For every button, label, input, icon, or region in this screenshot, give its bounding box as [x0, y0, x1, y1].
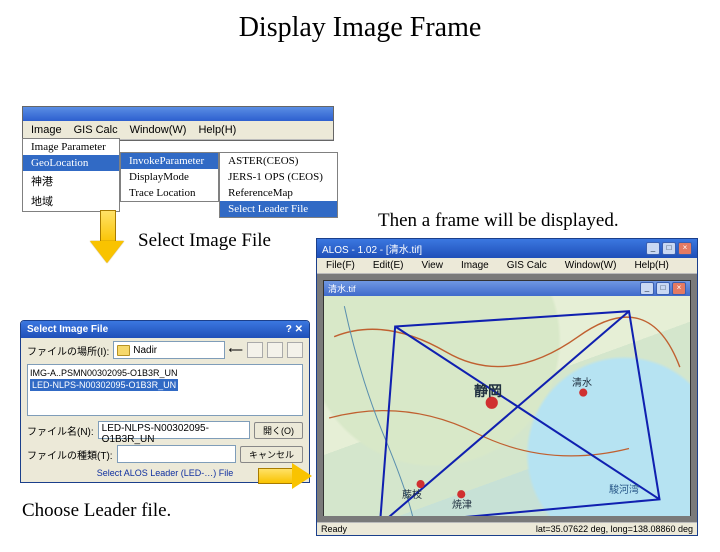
page-title: Display Image Frame — [0, 12, 720, 44]
menu-item[interactable]: GIS Calc — [502, 259, 552, 272]
status-right: lat=35.07622 deg, long=138.08860 deg — [536, 524, 693, 534]
map-canvas[interactable]: 静岡 清水 藤枝 焼津 駿河湾 — [324, 296, 690, 516]
menu-item[interactable]: Help(H) — [629, 259, 673, 272]
then-frame-label: Then a frame will be displayed. — [378, 210, 619, 232]
submenu-level2: InvokeParameter DisplayMode Trace Locati… — [120, 152, 219, 202]
nav-back-icon[interactable]: ⟵ — [229, 345, 243, 356]
look-in-dropdown[interactable]: Nadir — [113, 341, 224, 359]
menu-item[interactable]: View — [416, 259, 448, 272]
viewer-menubar: File(F) Edit(E) View Image GIS Calc Wind… — [317, 258, 697, 274]
submenu-level1: Image Parameter GeoLocation 神港 地域 — [22, 138, 120, 212]
choose-leader-label: Choose Leader file. — [22, 500, 171, 522]
filename-label: ファイル名(N): — [27, 423, 94, 438]
place-label-shizuoka: 静岡 — [474, 381, 502, 401]
doc-titlebar: 清水.tif _ □ × — [324, 281, 690, 296]
submenu-item[interactable]: 地域 — [23, 191, 119, 211]
status-bar: Ready lat=35.07622 deg, long=138.08860 d… — [317, 522, 697, 535]
place-label-yaizu: 焼津 — [452, 496, 472, 511]
menu-item[interactable]: Help(H) — [193, 123, 241, 137]
menu-item[interactable]: GIS Calc — [69, 123, 123, 137]
filetype-field[interactable] — [117, 445, 236, 463]
filename-field[interactable]: LED-NLPS-N00302095-O1B3R_UN — [98, 421, 250, 439]
viewer-title: ALOS - 1.02 - [清水.tif] — [322, 241, 422, 256]
place-label-suruga-bay: 駿河湾 — [609, 481, 639, 496]
minimize-icon[interactable]: _ — [640, 282, 654, 295]
submenu-item-highlighted[interactable]: GeoLocation — [23, 155, 119, 171]
submenu-item[interactable]: JERS-1 OPS (CEOS) — [220, 169, 337, 185]
maximize-icon[interactable]: □ — [656, 282, 670, 295]
menu-item[interactable]: Image — [26, 123, 67, 137]
new-folder-icon[interactable] — [267, 342, 283, 358]
close-icon[interactable]: × — [678, 242, 692, 255]
submenu-item-highlighted[interactable]: InvokeParameter — [121, 153, 218, 169]
menu-item[interactable]: Window(W) — [560, 259, 622, 272]
dialog-title: Select Image File — [27, 324, 108, 335]
look-in-value: Nadir — [133, 345, 157, 356]
open-button[interactable]: 開く(O) — [254, 422, 303, 439]
close-icon[interactable]: × — [672, 282, 686, 295]
folder-icon — [117, 345, 130, 356]
submenu-level3: ASTER(CEOS) JERS-1 OPS (CEOS) ReferenceM… — [219, 152, 338, 218]
mdi-area: 清水.tif _ □ × — [317, 274, 697, 522]
dialog-titlebar: Select Image File ? ✕ — [21, 321, 309, 338]
maximize-icon[interactable]: □ — [662, 242, 676, 255]
submenu-item-highlighted[interactable]: Select Leader File — [220, 201, 337, 217]
status-left: Ready — [321, 524, 347, 534]
minimize-icon[interactable]: _ — [646, 242, 660, 255]
menu-item[interactable]: Window(W) — [125, 123, 192, 137]
doc-title: 清水.tif — [328, 282, 356, 295]
submenu-item[interactable]: Trace Location — [121, 185, 218, 201]
map-viewer-window: ALOS - 1.02 - [清水.tif] _ □ × File(F) Edi… — [316, 238, 698, 536]
file-item-selected[interactable]: LED-NLPS-N00302095-O1B3R_UN — [30, 379, 178, 391]
submenu-item[interactable]: Image Parameter — [23, 139, 119, 155]
document-window: 清水.tif _ □ × — [323, 280, 691, 516]
select-image-file-dialog: Select Image File ? ✕ ファイルの場所(I): Nadir … — [20, 320, 310, 483]
cancel-button[interactable]: キャンセル — [240, 446, 303, 463]
viewer-titlebar: ALOS - 1.02 - [清水.tif] _ □ × — [317, 239, 697, 258]
file-list[interactable]: IMG-A..PSMN00302095-O1B3R_UN LED-NLPS-N0… — [27, 364, 303, 416]
filetype-label: ファイルの種類(T): — [27, 447, 113, 462]
window-titlebar — [23, 107, 333, 121]
file-item[interactable]: IMG-A..PSMN00302095-O1B3R_UN — [30, 367, 300, 379]
menu-item[interactable]: Edit(E) — [368, 259, 409, 272]
submenu-item[interactable]: ReferenceMap — [220, 185, 337, 201]
look-in-label: ファイルの場所(I): — [27, 343, 109, 358]
up-folder-icon[interactable] — [247, 342, 263, 358]
menu-item[interactable]: File(F) — [321, 259, 360, 272]
city-marker — [579, 389, 587, 397]
menu-item[interactable]: Image — [456, 259, 494, 272]
submenu-item[interactable]: ASTER(CEOS) — [220, 153, 337, 169]
place-label-fujieda: 藤枝 — [402, 486, 422, 501]
submenu-item[interactable]: DisplayMode — [121, 169, 218, 185]
help-icon[interactable]: ? ✕ — [286, 324, 303, 335]
submenu-item[interactable]: 神港 — [23, 171, 119, 191]
menu-screenshot: Image GIS Calc Window(W) Help(H) — [22, 106, 334, 141]
views-icon[interactable] — [287, 342, 303, 358]
place-label-shimizu: 清水 — [572, 374, 592, 389]
select-image-file-label: Select Image File — [138, 230, 271, 252]
